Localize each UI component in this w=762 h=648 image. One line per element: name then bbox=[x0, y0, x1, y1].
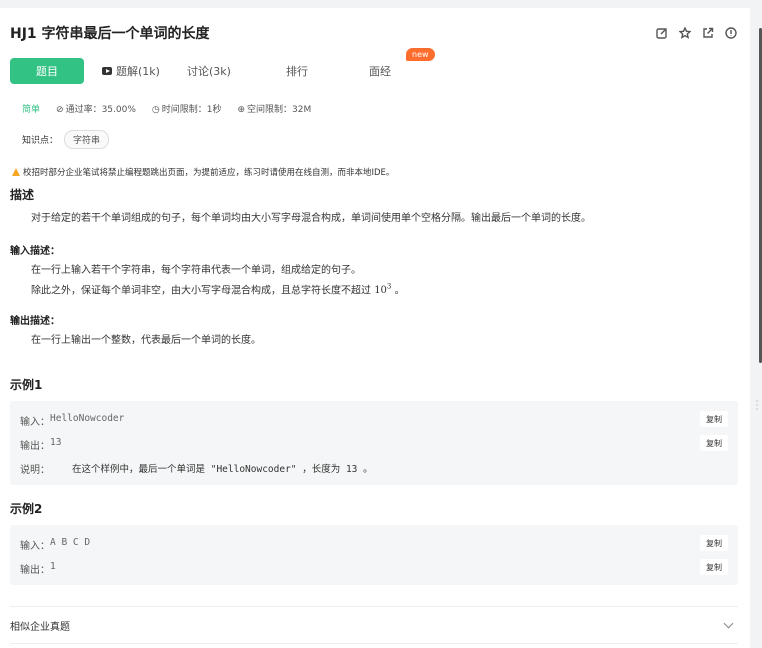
example1-box: 输入： HelloNowcoder 复制 输出： 13 复制 说明： 在这个样例中，最… bbox=[10, 401, 738, 485]
tab-interview[interactable]: 面经 bbox=[354, 58, 406, 84]
tab-problem-label: 题目 bbox=[36, 65, 58, 78]
problem-header: HJ1 字符串最后一个单词的长度 bbox=[10, 22, 738, 44]
tab-problem[interactable]: 题目 bbox=[10, 58, 84, 84]
output-desc-text: 在一行上输出一个整数，代表最后一个单词的长度。 bbox=[31, 335, 261, 346]
description-heading: 描述 bbox=[10, 188, 35, 202]
resize-handle-icon[interactable]: · · · bbox=[754, 398, 760, 415]
time-limit-text: 时间限制：1秒 bbox=[161, 105, 222, 115]
pass-rate-text: 通过率：35.00% bbox=[65, 105, 136, 115]
input-desc-line2: 除此之外，保证每个单词非空，由大小写字母混合构成，且总字符长度不超过 103 。 bbox=[31, 279, 405, 299]
warning-notice: 校招时部分企业笔试将禁止编程题跳出页面，为提前适应，练习时请使用在线自测，而非本… bbox=[12, 166, 394, 178]
math-base: 10 bbox=[374, 285, 387, 297]
copy-button[interactable]: 复制 bbox=[700, 435, 728, 451]
example1-input-value: HelloNowcoder bbox=[50, 413, 125, 424]
memory-icon: ⊕ bbox=[237, 105, 246, 115]
knowledge-tag[interactable]: 字符串 bbox=[64, 130, 110, 149]
clock-icon: ◷ bbox=[151, 105, 160, 115]
example1-output-value: 13 bbox=[50, 437, 62, 448]
problem-meta: 简单 ⊘ 通过率：35.00% ◷ 时间限制：1秒 ⊕ 空间限制：32M bbox=[22, 102, 311, 115]
example2-input-label: 输入： bbox=[20, 541, 50, 552]
example2-output: 输出： 1 bbox=[20, 561, 56, 576]
space-limit: ⊕ 空间限制：32M bbox=[237, 102, 311, 115]
problem-panel: HJ1 字符串最后一个单词的长度 题目 题解(1k) 讨论(3k) 排行 面经 … bbox=[0, 8, 750, 648]
warning-icon bbox=[12, 168, 20, 176]
similar-questions-label: 相似企业真题 bbox=[10, 621, 70, 633]
tab-interview-label: 面经 bbox=[369, 65, 391, 78]
header-tools bbox=[655, 26, 738, 40]
input-desc-heading: 输入描述： bbox=[10, 246, 60, 257]
example2-input: 输入： A B C D bbox=[20, 537, 90, 552]
example2-heading: 示例2 bbox=[10, 502, 43, 516]
edit-icon[interactable] bbox=[655, 26, 669, 40]
pass-rate: ⊘ 通过率：35.00% bbox=[56, 102, 136, 115]
star-icon[interactable] bbox=[678, 26, 692, 40]
example1-input-label: 输入： bbox=[20, 417, 50, 428]
difficulty-label: 简单 bbox=[22, 105, 41, 115]
warning-text: 校招时部分企业笔试将禁止编程题跳出页面，为提前适应，练习时请使用在线自测，而非本… bbox=[23, 168, 395, 178]
share-icon[interactable] bbox=[701, 26, 715, 40]
chevron-down-icon bbox=[723, 618, 734, 628]
check-circle-icon: ⊘ bbox=[56, 105, 64, 115]
copy-button[interactable]: 复制 bbox=[700, 559, 728, 575]
example2-output-label: 输出： bbox=[20, 565, 50, 576]
problem-title: HJ1 字符串最后一个单词的长度 bbox=[10, 26, 210, 42]
knowledge-label: 知识点： bbox=[22, 136, 59, 146]
example1-note-text: 在这个样例中，最后一个单词是 "HelloNowcoder" ，长度为 13 。 bbox=[72, 464, 373, 475]
new-badge: new bbox=[406, 48, 435, 61]
input-desc-line2-text: 除此之外，保证每个单词非空，由大小写字母混合构成，且总字符长度不超过 bbox=[31, 285, 375, 297]
input-desc-line1: 在一行上输入若干个字符串，每个字符串代表一个单词，组成给定的句子。 bbox=[31, 265, 361, 276]
tab-ranking[interactable]: 排行 bbox=[240, 58, 354, 84]
example2-input-value: A B C D bbox=[50, 537, 91, 548]
copy-button[interactable]: 复制 bbox=[700, 535, 728, 551]
copy-button[interactable]: 复制 bbox=[700, 411, 728, 427]
tab-discussion[interactable]: 讨论(3k) bbox=[178, 58, 240, 84]
output-desc-heading: 输出描述： bbox=[10, 316, 60, 327]
example1-output: 输出： 13 bbox=[20, 437, 61, 452]
similar-questions-toggle[interactable]: 相似企业真题 bbox=[10, 606, 738, 644]
example2-output-value: 1 bbox=[50, 561, 56, 572]
example1-output-label: 输出： bbox=[20, 441, 50, 452]
tab-discussion-label: 讨论(3k) bbox=[187, 65, 231, 78]
example1-heading: 示例1 bbox=[10, 378, 43, 392]
video-icon bbox=[102, 67, 113, 75]
example1-note: 说明： 在这个样例中，最后一个单词是 "HelloNowcoder" ，长度为 1… bbox=[20, 461, 373, 476]
info-icon[interactable] bbox=[724, 26, 738, 40]
description-text: 对于给定的若干个单词组成的句子，每个单词均由大小写字母混合构成，单词间使用单个空… bbox=[31, 213, 591, 224]
tab-ranking-label: 排行 bbox=[286, 65, 308, 78]
tab-solutions-label: 题解(1k) bbox=[116, 65, 160, 78]
problem-tabs: 题目 题解(1k) 讨论(3k) 排行 面经 bbox=[10, 58, 406, 84]
input-desc-line2-end: 。 bbox=[391, 285, 405, 297]
example1-note-label: 说明： bbox=[20, 465, 50, 476]
example1-input: 输入： HelloNowcoder bbox=[20, 413, 124, 428]
space-limit-text: 空间限制：32M bbox=[247, 105, 312, 115]
time-limit: ◷ 时间限制：1秒 bbox=[152, 102, 222, 115]
knowledge-points: 知识点： 字符串 bbox=[22, 130, 110, 149]
tab-solutions[interactable]: 题解(1k) bbox=[84, 58, 178, 84]
math-power: 103 bbox=[374, 283, 391, 297]
example2-box: 输入： A B C D 复制 输出： 1 复制 bbox=[10, 525, 738, 585]
